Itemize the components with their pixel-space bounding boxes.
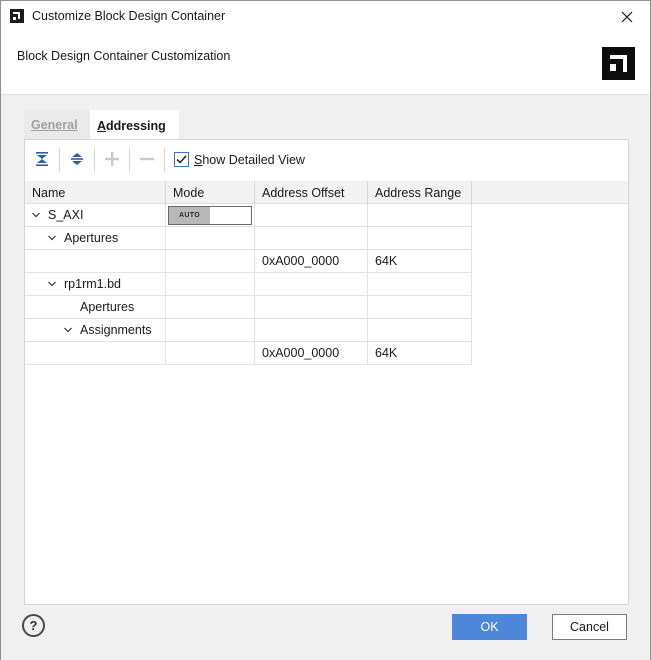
row-name: Assignments	[80, 323, 152, 337]
checkmark-icon	[176, 155, 187, 164]
toolbar-separator	[94, 148, 95, 172]
column-header-address-range[interactable]: Address Range	[368, 181, 472, 204]
address-offset-cell[interactable]: 0xA000_0000	[255, 342, 368, 365]
name-cell: Apertures	[25, 227, 166, 250]
row-name: S_AXI	[48, 208, 84, 222]
mode-cell	[166, 273, 255, 296]
chevron-down-icon[interactable]	[31, 210, 41, 220]
window-title: Customize Block Design Container	[32, 9, 226, 23]
mode-auto-toggle[interactable]: AUTO	[168, 206, 252, 225]
mode-toggle-label: AUTO	[169, 207, 210, 224]
addressing-toolbar: Show Detailed View	[25, 140, 628, 180]
ok-button[interactable]: OK	[452, 614, 527, 640]
show-detailed-view-label: Show Detailed View	[194, 153, 305, 167]
name-cell	[25, 342, 166, 365]
mode-cell	[166, 296, 255, 319]
help-button[interactable]: ?	[22, 614, 45, 637]
name-cell: Assignments	[25, 319, 166, 342]
table-row[interactable]: S_AXI AUTO	[25, 204, 472, 227]
addressing-panel: Show Detailed View Name Mode Address Off…	[24, 139, 629, 605]
address-range-cell[interactable]: 64K	[368, 250, 472, 273]
address-offset-cell[interactable]: 0xA000_0000	[255, 250, 368, 273]
collapse-all-icon	[36, 152, 48, 166]
address-range-cell	[368, 204, 472, 227]
dialog-content: General Addressing Show Detailed View Na…	[1, 95, 650, 605]
name-cell	[25, 250, 166, 273]
column-header-name[interactable]: Name	[25, 181, 166, 204]
name-cell: rp1rm1.bd	[25, 273, 166, 296]
address-offset-cell	[255, 204, 368, 227]
cancel-button[interactable]: Cancel	[552, 614, 627, 640]
chevron-down-icon[interactable]	[47, 279, 57, 289]
column-header-mode[interactable]: Mode	[166, 181, 255, 204]
mode-cell	[166, 319, 255, 342]
title-bar: Customize Block Design Container	[1, 1, 650, 32]
show-detailed-view-toggle[interactable]: Show Detailed View	[174, 152, 305, 167]
address-offset-cell	[255, 273, 368, 296]
row-name: rp1rm1.bd	[64, 277, 121, 291]
row-name: Apertures	[80, 300, 135, 314]
toolbar-separator	[129, 148, 130, 172]
name-cell: Apertures	[25, 296, 166, 319]
add-button[interactable]	[100, 147, 124, 171]
dialog-window: Customize Block Design Container Block D…	[0, 0, 651, 660]
table-header: Name Mode Address Offset Address Range	[25, 181, 628, 204]
tab-addressing[interactable]: Addressing	[90, 110, 179, 139]
mode-cell	[166, 342, 255, 365]
help-icon: ?	[29, 618, 38, 633]
show-detailed-view-text: how Detailed View	[202, 152, 305, 167]
close-icon	[621, 11, 633, 22]
show-detailed-view-checkbox[interactable]	[174, 152, 189, 167]
app-logo-icon	[10, 9, 24, 23]
table-row[interactable]: 0xA000_0000 64K	[25, 342, 472, 365]
table-row[interactable]: Apertures	[25, 296, 472, 319]
address-range-cell	[368, 227, 472, 250]
remove-button[interactable]	[135, 147, 159, 171]
expand-all-button[interactable]	[65, 147, 89, 171]
remove-icon	[140, 157, 154, 161]
address-range-cell	[368, 296, 472, 319]
address-offset-cell	[255, 319, 368, 342]
chevron-down-icon[interactable]	[47, 233, 57, 243]
tab-bar: General Addressing	[24, 110, 179, 139]
brand-logo-icon	[602, 47, 635, 80]
table-row[interactable]: 0xA000_0000 64K	[25, 250, 472, 273]
add-icon	[105, 152, 119, 166]
dialog-heading: Block Design Container Customization	[17, 49, 231, 63]
toolbar-separator	[164, 148, 165, 172]
chevron-down-icon[interactable]	[63, 325, 73, 335]
close-button[interactable]	[604, 1, 650, 32]
toolbar-separator	[59, 148, 60, 172]
table-row[interactable]: rp1rm1.bd	[25, 273, 472, 296]
address-offset-cell	[255, 296, 368, 319]
table-row[interactable]: Assignments	[25, 319, 472, 342]
mode-cell: AUTO	[166, 204, 255, 227]
tab-addressing-label: ddressing	[106, 118, 166, 133]
address-range-cell	[368, 273, 472, 296]
address-range-cell	[368, 319, 472, 342]
dialog-footer: ? OK Cancel	[1, 605, 650, 660]
address-range-cell[interactable]: 64K	[368, 342, 472, 365]
dialog-header: Block Design Container Customization	[1, 32, 650, 95]
mode-cell	[166, 227, 255, 250]
table-row[interactable]: Apertures	[25, 227, 472, 250]
expand-all-icon	[71, 153, 83, 165]
tab-addressing-mnemonic: A	[97, 118, 107, 133]
mode-cell	[166, 250, 255, 273]
address-offset-cell	[255, 227, 368, 250]
column-header-address-offset[interactable]: Address Offset	[255, 181, 368, 204]
row-name: Apertures	[64, 231, 119, 245]
name-cell: S_AXI	[25, 204, 166, 227]
collapse-all-button[interactable]	[30, 147, 54, 171]
tab-general[interactable]: General	[24, 110, 90, 139]
